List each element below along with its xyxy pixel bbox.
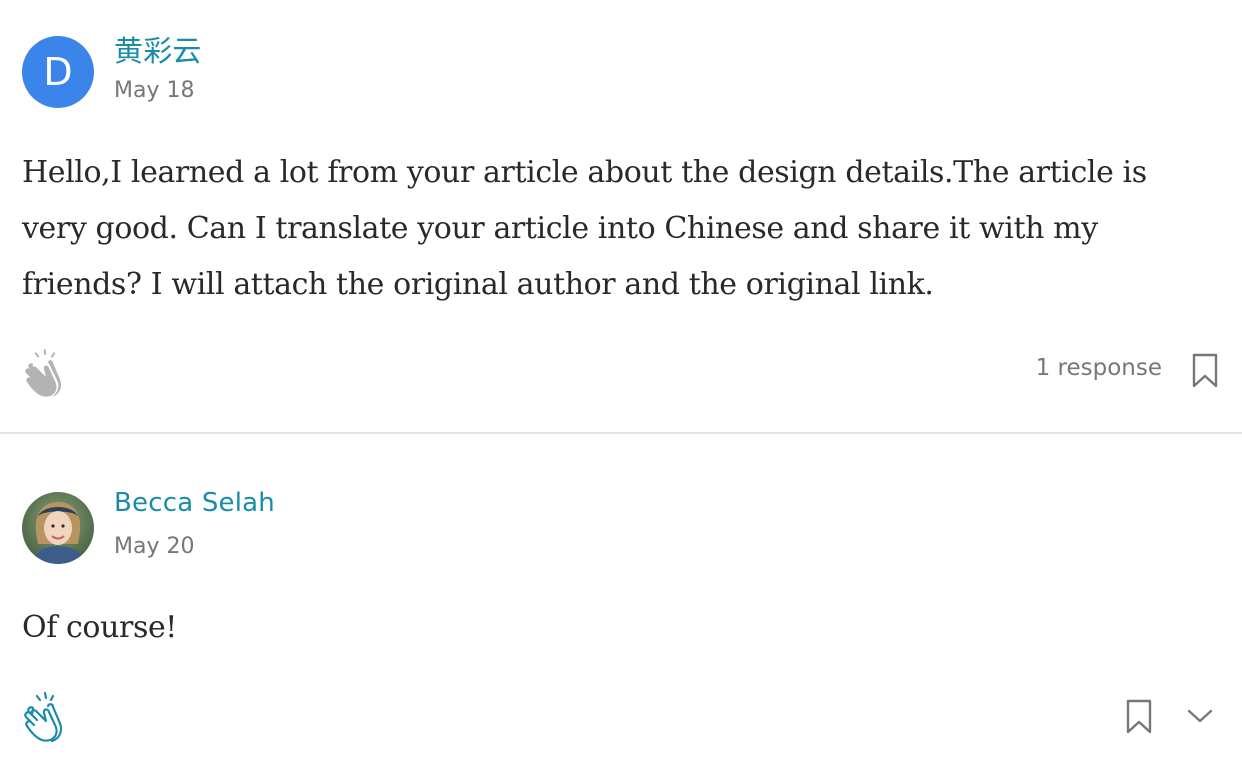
avatar[interactable] <box>22 492 94 564</box>
author-name-link[interactable]: Becca Selah <box>114 488 275 518</box>
comment-card: Becca Selah May 20 Of course! <box>0 434 1242 766</box>
avatar-letter: D <box>43 50 73 94</box>
bookmark-icon[interactable] <box>1190 352 1220 390</box>
comment-date[interactable]: May 18 <box>114 78 194 103</box>
bookmark-icon[interactable] <box>1124 698 1154 736</box>
comment-card: D 黄彩云 May 18 Hello,I learned a lot from … <box>0 0 1242 432</box>
comment-body: Hello,I learned a lot from your article … <box>22 155 1147 302</box>
responses-link[interactable]: 1 response <box>1036 355 1162 381</box>
avatar-photo <box>22 492 94 564</box>
comment-date[interactable]: May 20 <box>114 534 194 559</box>
author-name-link[interactable]: 黄彩云 <box>114 28 202 70</box>
comment-body: Of course! <box>22 610 177 645</box>
clap-icon[interactable] <box>22 347 72 399</box>
chevron-down-icon[interactable] <box>1186 704 1214 728</box>
avatar[interactable]: D <box>22 36 94 108</box>
clap-icon[interactable] <box>22 691 72 743</box>
